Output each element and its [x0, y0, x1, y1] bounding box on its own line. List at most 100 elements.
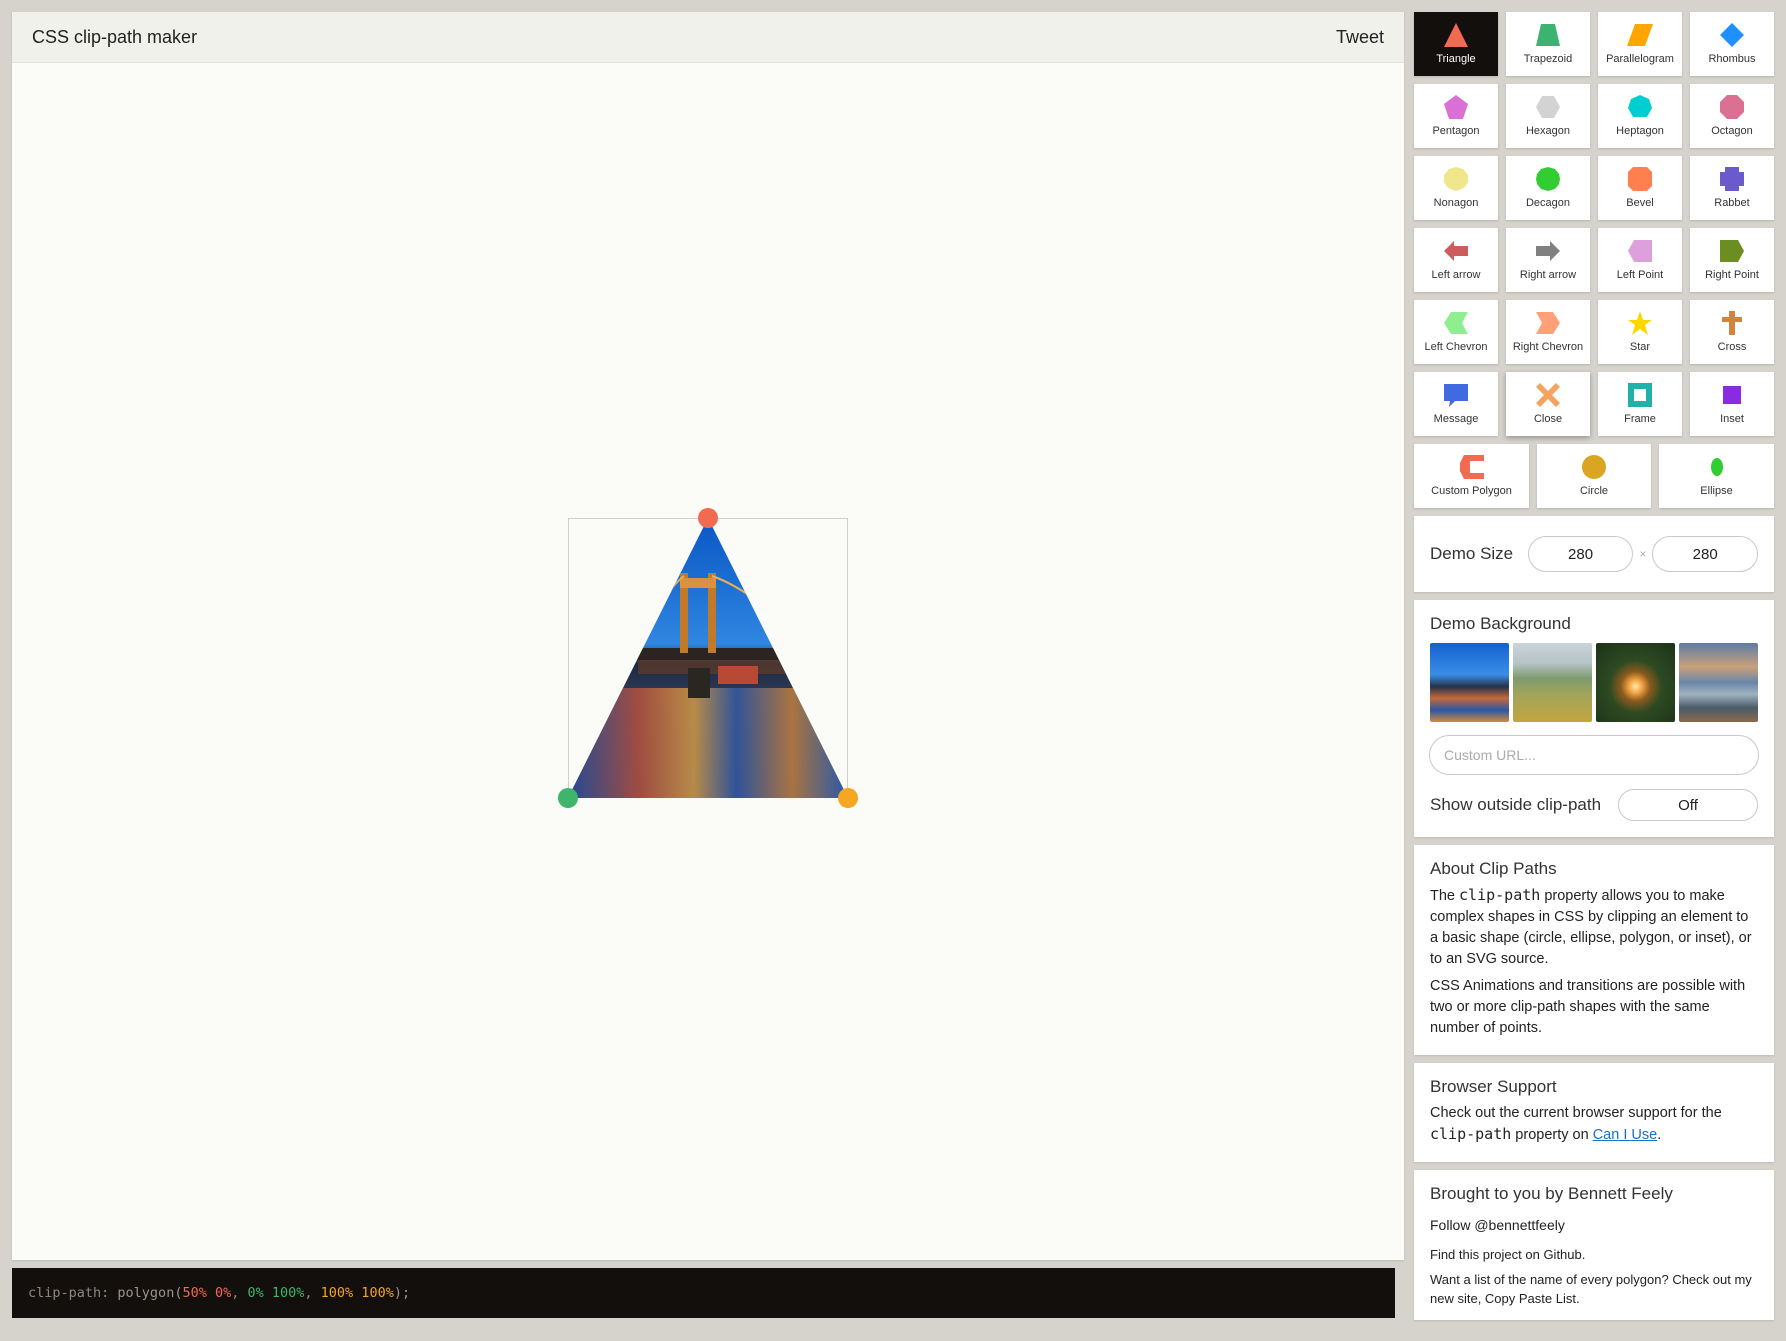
shape-button-parallelogram[interactable]: Parallelogram [1598, 12, 1682, 76]
shape-label: Ellipse [1700, 485, 1733, 497]
show-outside-label: Show outside clip-path [1430, 795, 1602, 814]
shape-label: Message [1433, 413, 1479, 425]
shape-button-right-point[interactable]: Right Point [1690, 228, 1774, 292]
shape-label: Rabbet [1714, 197, 1750, 209]
credit-card: Brought to you by Bennett Feely Follow @… [1414, 1170, 1774, 1320]
demo-height-input[interactable]: 280 [1652, 536, 1759, 572]
shape-button-right-chevron[interactable]: Right Chevron [1506, 300, 1590, 364]
shape-button-frame[interactable]: Frame [1598, 372, 1682, 436]
green-hills-thumb[interactable] [1513, 643, 1592, 722]
shape-button-cross[interactable]: Cross [1690, 300, 1774, 364]
shape-label: Right Chevron [1512, 341, 1584, 353]
show-outside-toggle[interactable]: Off [1618, 789, 1758, 821]
circle-icon [1582, 455, 1606, 479]
ellipse-icon [1710, 458, 1723, 476]
shape-button-rhombus[interactable]: Rhombus [1690, 12, 1774, 76]
shape-label: Hexagon [1525, 125, 1571, 137]
shape-button-close[interactable]: Close [1506, 372, 1590, 436]
shape-label: Custom Polygon [1431, 485, 1512, 497]
shape-button-message[interactable]: Message [1414, 372, 1498, 436]
left-point-icon [1628, 240, 1652, 262]
shape-button-octagon[interactable]: Octagon [1690, 84, 1774, 148]
decagon-icon [1536, 167, 1560, 191]
shape-button-left-arrow[interactable]: Left arrow [1414, 228, 1498, 292]
bridge-night-thumb[interactable] [1430, 643, 1509, 722]
trapezoid-icon [1536, 24, 1560, 46]
main-panel: CSS clip-path maker Tweet [12, 12, 1404, 1260]
shape-button-triangle[interactable]: Triangle [1414, 12, 1498, 76]
hexagon-icon [1536, 96, 1560, 118]
can-i-use-link[interactable]: Can I Use [1593, 1127, 1657, 1143]
shape-button-hexagon[interactable]: Hexagon [1506, 84, 1590, 148]
shape-grid: Triangle Trapezoid Parallelogram Rhombus Pen… [1414, 12, 1774, 436]
right-arrow-icon [1536, 241, 1560, 261]
shape-label: Heptagon [1616, 125, 1664, 137]
shape-button-trapezoid[interactable]: Trapezoid [1506, 12, 1590, 76]
custom-polygon-icon [1459, 455, 1484, 479]
shape-button-pentagon[interactable]: Pentagon [1414, 84, 1498, 148]
shape-button-left-point[interactable]: Left Point [1598, 228, 1682, 292]
vertex-handle-bottom-right[interactable] [838, 788, 858, 808]
shape-label: Left Point [1616, 269, 1664, 281]
shape-button-custom-polygon[interactable]: Custom Polygon [1414, 444, 1529, 508]
rhombus-icon [1720, 23, 1744, 47]
support-text: . [1657, 1127, 1662, 1143]
about-text: The [1430, 888, 1460, 904]
demo-width-input[interactable]: 280 [1527, 536, 1634, 572]
pentagon-icon [1444, 95, 1468, 119]
tweet-link[interactable]: Tweet [1336, 27, 1384, 48]
nonagon-icon [1444, 167, 1468, 191]
sparkler-thumb[interactable] [1596, 643, 1675, 722]
app-title: CSS clip-path maker [32, 26, 198, 47]
shape-button-inset[interactable]: Inset [1690, 372, 1774, 436]
header: CSS clip-path maker Tweet [12, 12, 1404, 63]
shape-button-left-chevron[interactable]: Left Chevron [1414, 300, 1498, 364]
shape-label: Close [1533, 413, 1563, 425]
shape-button-right-arrow[interactable]: Right arrow [1506, 228, 1590, 292]
shape-label: Decagon [1525, 197, 1571, 209]
shape-button-circle[interactable]: Circle [1537, 444, 1651, 508]
code-point-1: 50% 0% [182, 1285, 232, 1301]
frame-icon [1628, 383, 1652, 407]
shape-button-nonagon[interactable]: Nonagon [1414, 156, 1498, 220]
vertex-handle-bottom-left[interactable] [558, 788, 578, 808]
vertex-handle-top[interactable] [698, 508, 718, 528]
browser-support-title: Browser Support [1430, 1077, 1557, 1096]
left-arrow-icon [1444, 241, 1468, 261]
code-property: clip-path: [28, 1285, 110, 1301]
browser-support-card: Browser Support Check out the current br… [1414, 1063, 1774, 1162]
shape-label: Pentagon [1432, 125, 1480, 137]
shape-button-heptagon[interactable]: Heptagon [1598, 84, 1682, 148]
code-output[interactable]: clip-path: polygon(50% 0%, 0% 100%, 100%… [12, 1268, 1395, 1318]
custom-url-input[interactable] [1429, 735, 1759, 775]
shape-grid-bottom: Custom Polygon Circle Ellipse [1414, 444, 1774, 508]
demo-background-card: Demo Background Show outside clip-path O… [1414, 600, 1774, 837]
demo-stage [12, 64, 1404, 1260]
show-outside-row: Show outside clip-path Off [1430, 789, 1758, 821]
about-paragraph-2: CSS Animations and transitions are possi… [1430, 978, 1746, 1036]
follow-link[interactable]: Follow @bennettfeely [1430, 1216, 1758, 1235]
shape-label: Left Chevron [1424, 341, 1488, 353]
about-title: About Clip Paths [1430, 859, 1557, 878]
shape-label: Star [1629, 341, 1651, 353]
demo-size-card: Demo Size 280 × 280 [1414, 516, 1774, 592]
code-separator: , [304, 1285, 321, 1301]
shape-button-decagon[interactable]: Decagon [1506, 156, 1590, 220]
shape-button-bevel[interactable]: Bevel [1598, 156, 1682, 220]
ocean-waves-thumb[interactable] [1679, 643, 1758, 722]
code-function: polygon( [117, 1285, 183, 1301]
shape-button-rabbet[interactable]: Rabbet [1690, 156, 1774, 220]
github-link[interactable]: Find this project on Github. [1430, 1245, 1758, 1264]
shape-button-ellipse[interactable]: Ellipse [1659, 444, 1774, 508]
shape-label: Inset [1720, 413, 1744, 425]
code-point-3: 100% 100% [320, 1285, 394, 1301]
shape-label: Triangle [1436, 53, 1476, 65]
rabbet-icon [1720, 167, 1744, 191]
shape-label: Nonagon [1433, 197, 1479, 209]
triangle-icon [1444, 23, 1468, 47]
shape-button-star[interactable]: Star [1598, 300, 1682, 364]
shape-label: Right Point [1705, 269, 1759, 281]
demo-background-title: Demo Background [1430, 614, 1571, 633]
copy-paste-list-link[interactable]: Want a list of the name of every polygon… [1430, 1270, 1758, 1308]
left-chevron-icon [1444, 312, 1468, 334]
